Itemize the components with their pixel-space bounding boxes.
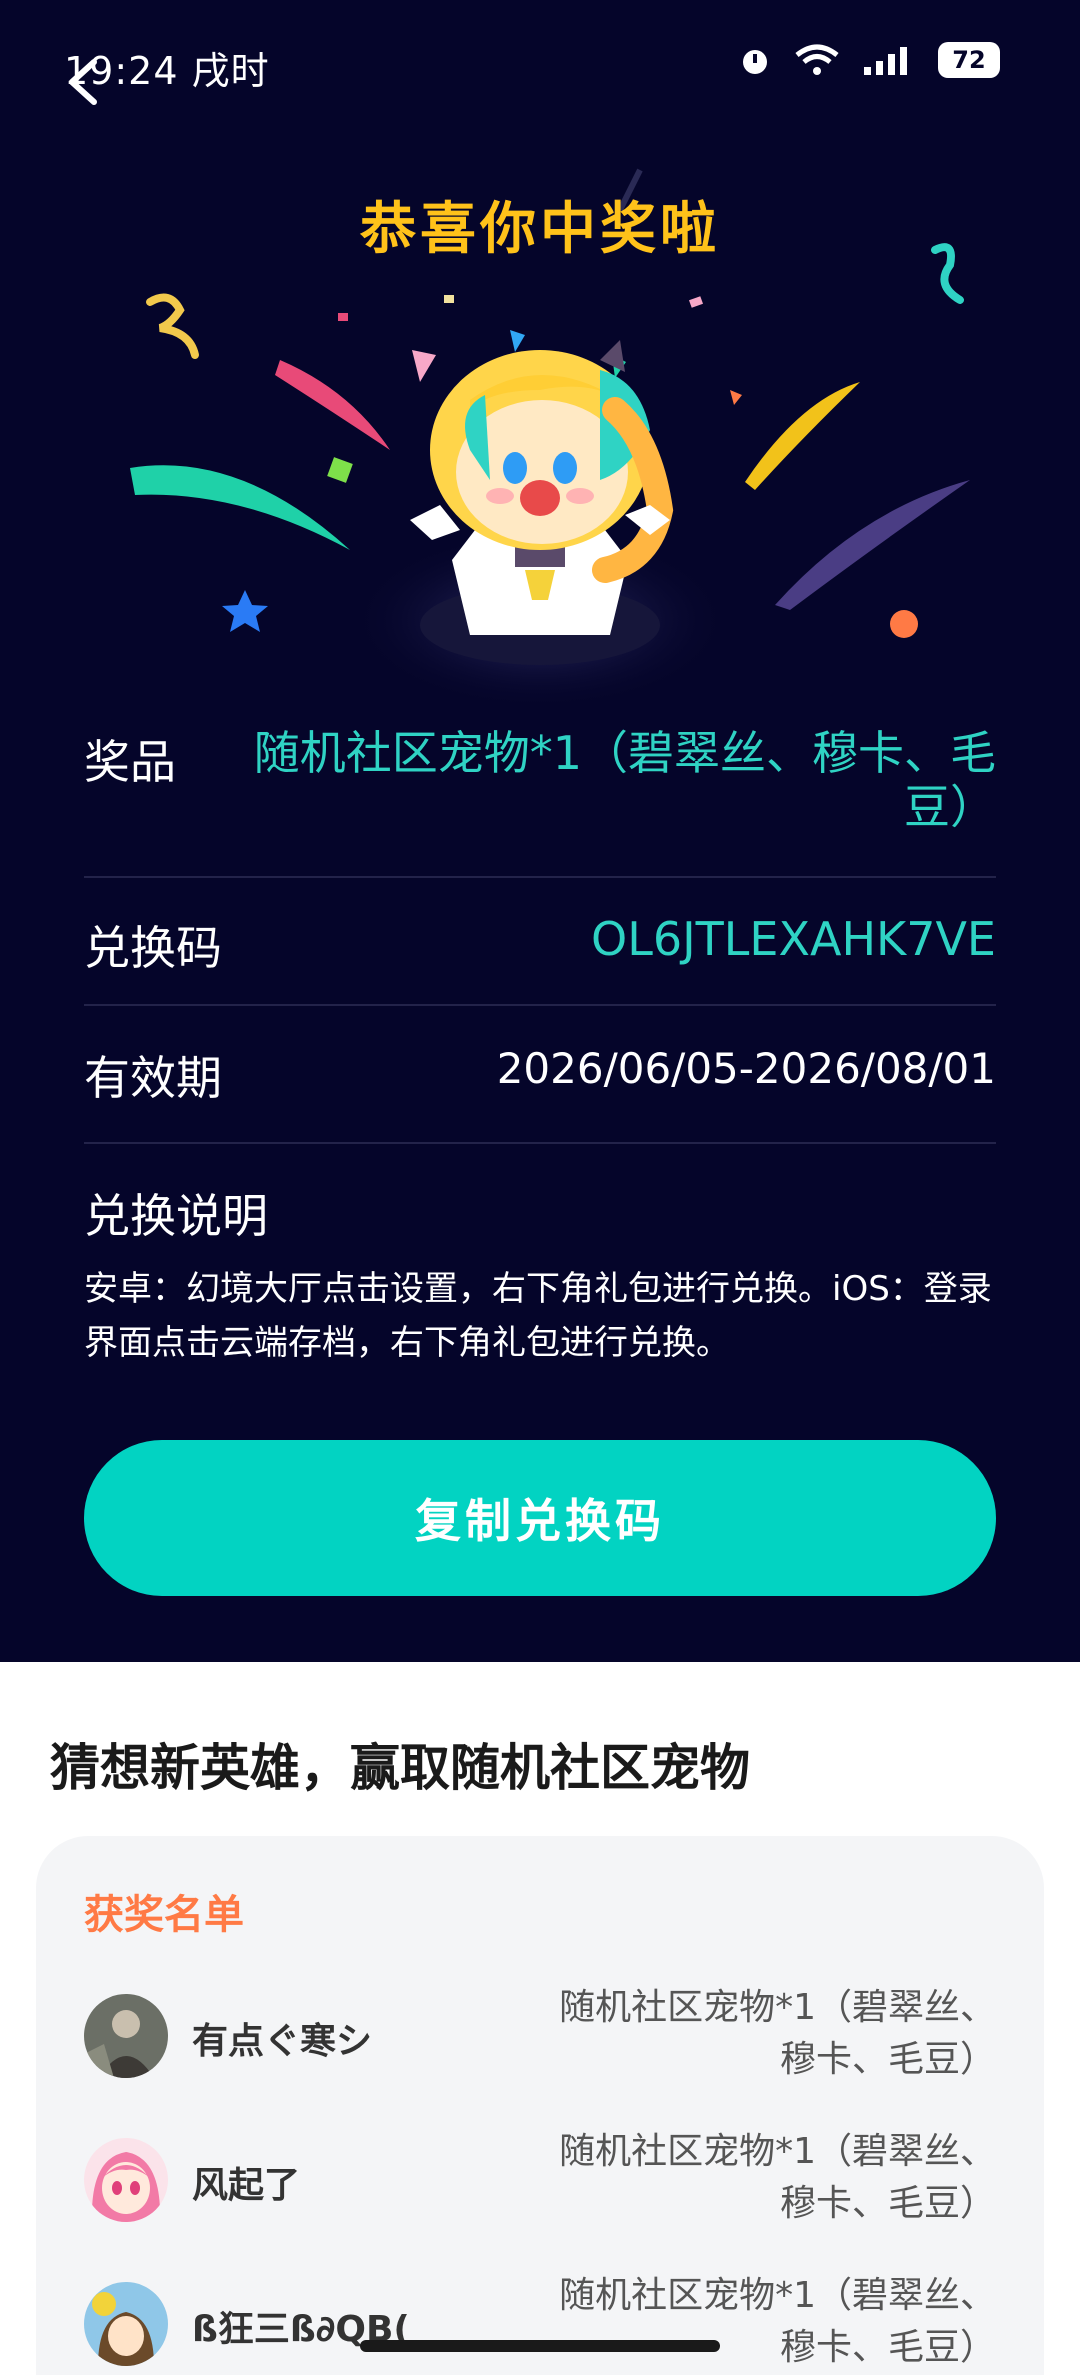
prize-row: 奖品 随机社区宠物*1（碧翠丝、穆卡、毛豆） — [84, 726, 996, 834]
winners-title: 获奖名单 — [84, 1892, 244, 1938]
avatar — [84, 2282, 168, 2366]
divider — [84, 1142, 996, 1144]
instructions-text: 安卓：幻境大厅点击设置，右下角礼包进行兑换。iOS：登录界面点击云端存档，右下角… — [84, 1269, 992, 1363]
winner-prize: 随机社区宠物*1（碧翠丝、穆卡、毛豆） — [559, 2275, 996, 2368]
winners-card: 获奖名单 有点ぐ寒シ 随机社区宠物*1（碧翠丝、穆卡、毛豆） 风起了 随机社区宠… — [36, 1836, 1044, 2375]
validity-value: 2026/06/05-2026/08/01 — [496, 1044, 996, 1093]
redeem-code[interactable]: OL6JTLEXAHK7VE — [591, 912, 996, 978]
validity-row: 有效期 2026/06/05-2026/08/01 — [84, 1042, 996, 1108]
winner-item[interactable]: ß狂三ß∂QB( 随机社区宠物*1（碧翠丝、穆卡、毛豆） — [84, 2270, 996, 2375]
winner-prize: 随机社区宠物*1（碧翠丝、穆卡、毛豆） — [559, 2131, 996, 2224]
avatar — [84, 1994, 168, 2078]
instructions-title: 兑换说明 — [84, 1189, 268, 1243]
prize-label: 奖品 — [84, 735, 176, 789]
code-row: 兑换码 OL6JTLEXAHK7VE — [84, 912, 996, 978]
wifi-icon — [795, 44, 839, 75]
copy-code-button[interactable]: 复制兑换码 — [84, 1440, 996, 1596]
winner-name: 风起了 — [192, 2165, 301, 2206]
signal-icon — [864, 47, 907, 75]
prize-value: 随机社区宠物*1（碧翠丝、穆卡、毛豆） — [253, 726, 996, 834]
back-arrow-icon[interactable] — [56, 52, 116, 112]
winner-prize: 随机社区宠物*1（碧翠丝、穆卡、毛豆） — [559, 1987, 996, 2080]
alarm-icon — [743, 50, 767, 74]
divider — [84, 1004, 996, 1006]
winner-item[interactable]: 有点ぐ寒シ 随机社区宠物*1（碧翠丝、穆卡、毛豆） — [84, 1982, 996, 2102]
winner-name: 有点ぐ寒シ — [192, 2021, 373, 2062]
event-title: 猜想新英雄，赢取随机社区宠物 — [50, 1739, 750, 1797]
status-icons: 72 — [738, 42, 1000, 78]
avatar — [84, 2138, 168, 2222]
congrats-title: 恭喜你中奖啦 — [360, 197, 720, 262]
prize-panel: 19:24 戌时 72 恭喜你中奖啦 奖品 随机社区宠物*1（碧翠丝、穆卡、毛豆… — [0, 0, 1080, 1662]
battery-icon: 72 — [938, 42, 1000, 78]
code-label: 兑换码 — [84, 921, 222, 975]
validity-label: 有效期 — [84, 1051, 222, 1105]
event-section: 猜想新英雄，赢取随机社区宠物 获奖名单 有点ぐ寒シ 随机社区宠物*1（碧翠丝、穆… — [0, 1662, 1080, 2375]
divider — [84, 876, 996, 878]
status-bar: 19:24 戌时 72 — [0, 0, 1080, 130]
home-indicator[interactable] — [360, 2340, 720, 2352]
winner-item[interactable]: 风起了 随机社区宠物*1（碧翠丝、穆卡、毛豆） — [84, 2126, 996, 2246]
